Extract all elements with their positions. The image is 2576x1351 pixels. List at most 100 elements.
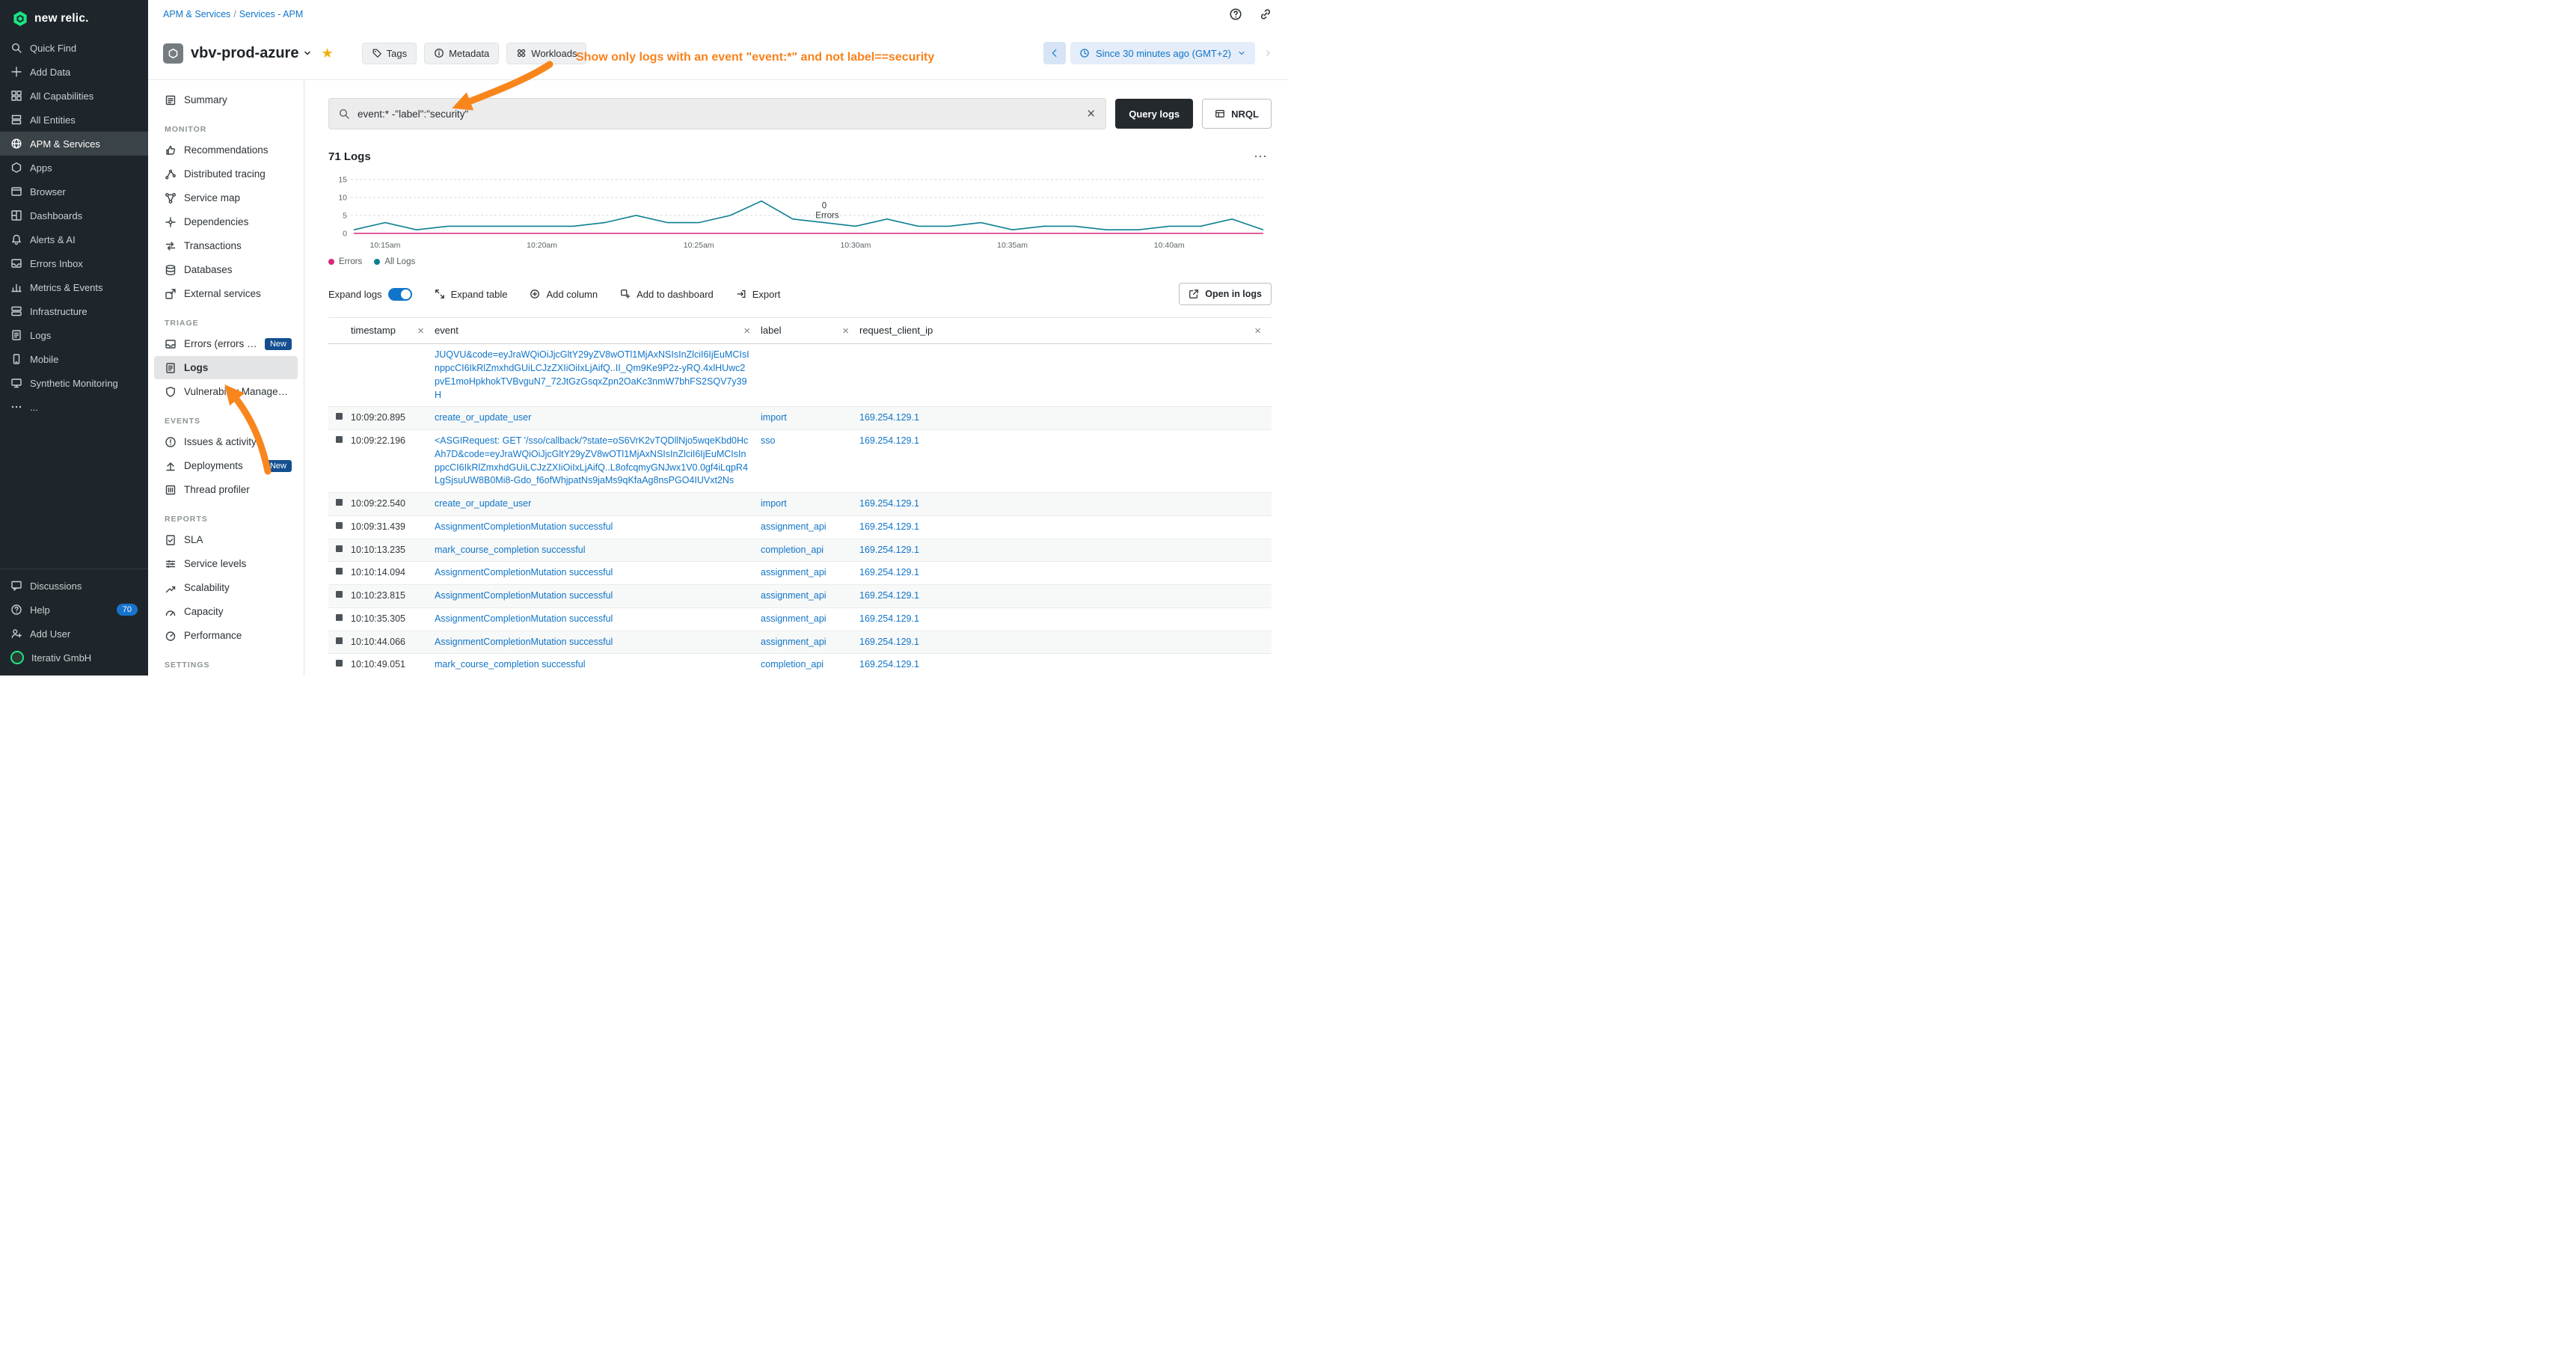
subnav-item-service-levels[interactable]: Service levels xyxy=(154,552,298,575)
query-logs-button[interactable]: Query logs xyxy=(1115,99,1193,129)
row-select[interactable] xyxy=(328,430,351,443)
cell-label-link[interactable]: assignment_api xyxy=(761,613,827,624)
permalink-icon[interactable] xyxy=(1255,4,1276,25)
log-row[interactable]: 10:10:23.815AssignmentCompletionMutation… xyxy=(328,585,1272,608)
entity-name-button[interactable]: vbv-prod-azure xyxy=(191,45,312,62)
legend-errors[interactable]: Errors xyxy=(328,257,362,266)
row-select[interactable] xyxy=(328,654,351,667)
cell-event-link[interactable]: AssignmentCompletionMutation successful xyxy=(435,613,613,624)
sidebar-item-add-data[interactable]: Add Data xyxy=(0,60,148,84)
cell-label-link[interactable]: import xyxy=(761,498,787,509)
remove-column-icon[interactable]: × xyxy=(411,325,424,337)
column-header-request-client-ip[interactable]: request_client_ip× xyxy=(859,318,1272,343)
row-select[interactable] xyxy=(328,539,351,552)
breadcrumb-link-apm-services[interactable]: APM & Services xyxy=(163,9,230,19)
sidebar-item-infrastructure[interactable]: Infrastructure xyxy=(0,299,148,323)
add-column-button[interactable]: Add column xyxy=(530,289,598,300)
subnav-item-recommendations[interactable]: Recommendations xyxy=(154,138,298,162)
time-forward-button[interactable] xyxy=(1260,42,1276,64)
sidebar-item-synthetic-monitoring[interactable]: Synthetic Monitoring xyxy=(0,371,148,395)
row-select[interactable] xyxy=(328,631,351,644)
cell-ip-link[interactable]: 169.254.129.1 xyxy=(859,545,919,555)
row-select[interactable] xyxy=(328,493,351,506)
sidebar-item-all-entities[interactable]: All Entities xyxy=(0,108,148,132)
row-select[interactable] xyxy=(328,585,351,598)
cell-ip-link[interactable]: 169.254.129.1 xyxy=(859,521,919,532)
subnav-item-scalability[interactable]: Scalability xyxy=(154,576,298,599)
help-circle-button[interactable] xyxy=(1225,4,1246,25)
cell-label-link[interactable]: import xyxy=(761,412,787,423)
time-back-button[interactable] xyxy=(1043,42,1066,64)
sidebar-item-mobile[interactable]: Mobile xyxy=(0,347,148,371)
expand-logs-toggle[interactable]: Expand logs xyxy=(328,288,412,301)
subnav-item-service-map[interactable]: Service map xyxy=(154,186,298,209)
subnav-item-vulnerability-management[interactable]: Vulnerability Management xyxy=(154,380,298,403)
log-row[interactable]: 10:10:13.235mark_course_completion succe… xyxy=(328,539,1272,563)
breadcrumb-link-services-apm[interactable]: Services - APM xyxy=(239,9,303,19)
subnav-item-thread-profiler[interactable]: Thread profiler xyxy=(154,478,298,501)
cell-label-link[interactable]: completion_api xyxy=(761,659,824,670)
cell-label-link[interactable]: assignment_api xyxy=(761,590,827,601)
sidebar-item-quick-find[interactable]: Quick Find xyxy=(0,36,148,60)
log-row[interactable]: 10:09:31.439AssignmentCompletionMutation… xyxy=(328,516,1272,539)
cell-event-link[interactable]: AssignmentCompletionMutation successful xyxy=(435,567,613,578)
log-row[interactable]: 10:10:35.305AssignmentCompletionMutation… xyxy=(328,608,1272,631)
sidebar-item-errors-inbox[interactable]: Errors Inbox xyxy=(0,251,148,275)
sidebar-footer-discussions[interactable]: Discussions xyxy=(0,574,148,598)
cell-event-link[interactable]: AssignmentCompletionMutation successful xyxy=(435,590,613,601)
add-to-dashboard-button[interactable]: Add to dashboard xyxy=(620,289,714,300)
time-range-button[interactable]: Since 30 minutes ago (GMT+2) xyxy=(1070,42,1255,64)
sidebar-item-dashboards[interactable]: Dashboards xyxy=(0,203,148,227)
cell-ip-link[interactable]: 169.254.129.1 xyxy=(859,435,919,446)
row-checkbox[interactable] xyxy=(336,660,343,667)
row-checkbox[interactable] xyxy=(336,522,343,529)
subnav-item-performance[interactable]: Performance xyxy=(154,624,298,647)
newrelic-logo[interactable]: new relic. xyxy=(0,0,148,36)
sidebar-item-browser[interactable]: Browser xyxy=(0,180,148,203)
cell-ip-link[interactable]: 169.254.129.1 xyxy=(859,498,919,509)
cell-label-link[interactable]: assignment_api xyxy=(761,521,827,532)
sidebar-item-logs[interactable]: Logs xyxy=(0,323,148,347)
cell-label-link[interactable]: assignment_api xyxy=(761,567,827,578)
sidebar-item-apps[interactable]: Apps xyxy=(0,156,148,180)
column-header-label[interactable]: label× xyxy=(761,318,859,343)
column-header-event[interactable]: event× xyxy=(435,318,761,343)
sidebar-footer-add-user[interactable]: Add User xyxy=(0,622,148,646)
subnav-item-transactions[interactable]: Transactions xyxy=(154,234,298,257)
subnav-item-sla[interactable]: SLA xyxy=(154,528,298,551)
cell-event-link[interactable]: mark_course_completion successful xyxy=(435,659,585,670)
subnav-item-external-services[interactable]: External services xyxy=(154,282,298,305)
cell-ip-link[interactable]: 169.254.129.1 xyxy=(859,637,919,647)
cell-label-link[interactable]: assignment_api xyxy=(761,637,827,647)
remove-column-icon[interactable]: × xyxy=(737,325,750,337)
log-query-input[interactable] xyxy=(356,108,1079,120)
sidebar-item-alerts-ai[interactable]: Alerts & AI xyxy=(0,227,148,251)
more-menu-button[interactable]: ⋯ xyxy=(1249,149,1272,165)
nrql-button[interactable]: NRQL xyxy=(1202,99,1272,129)
legend-all-logs[interactable]: All Logs xyxy=(374,257,415,266)
export-button[interactable]: Export xyxy=(736,289,781,300)
sidebar-item-all-capabilities[interactable]: All Capabilities xyxy=(0,84,148,108)
toggle-on-icon[interactable] xyxy=(388,288,412,301)
row-checkbox[interactable] xyxy=(336,436,343,443)
cell-ip-link[interactable]: 169.254.129.1 xyxy=(859,659,919,670)
open-in-logs-button[interactable]: Open in logs xyxy=(1179,283,1272,305)
subnav-item-capacity[interactable]: Capacity xyxy=(154,600,298,623)
cell-ip-link[interactable]: 169.254.129.1 xyxy=(859,412,919,423)
subnav-item-errors-errors-inb[interactable]: Errors (errors inb...New xyxy=(154,332,298,355)
subnav-item-logs[interactable]: Logs xyxy=(154,356,298,379)
remove-column-icon[interactable]: × xyxy=(836,325,849,337)
cell-event-link[interactable]: AssignmentCompletionMutation successful xyxy=(435,521,613,532)
sidebar-footer-help[interactable]: Help70 xyxy=(0,598,148,622)
row-checkbox[interactable] xyxy=(336,614,343,621)
log-row[interactable]: 10:09:20.895create_or_update_userimport1… xyxy=(328,407,1272,430)
subnav-item-databases[interactable]: Databases xyxy=(154,258,298,281)
expand-table-button[interactable]: Expand table xyxy=(435,289,508,300)
row-checkbox[interactable] xyxy=(336,413,343,420)
column-header-timestamp[interactable]: timestamp× xyxy=(351,318,435,343)
cell-event-link[interactable]: AssignmentCompletionMutation successful xyxy=(435,637,613,647)
cell-event-link[interactable]: mark_course_completion successful xyxy=(435,545,585,555)
clear-query-icon[interactable]: × xyxy=(1085,107,1097,121)
subnav-item-dependencies[interactable]: Dependencies xyxy=(154,210,298,233)
sidebar-item-more[interactable]: ... xyxy=(0,395,148,419)
